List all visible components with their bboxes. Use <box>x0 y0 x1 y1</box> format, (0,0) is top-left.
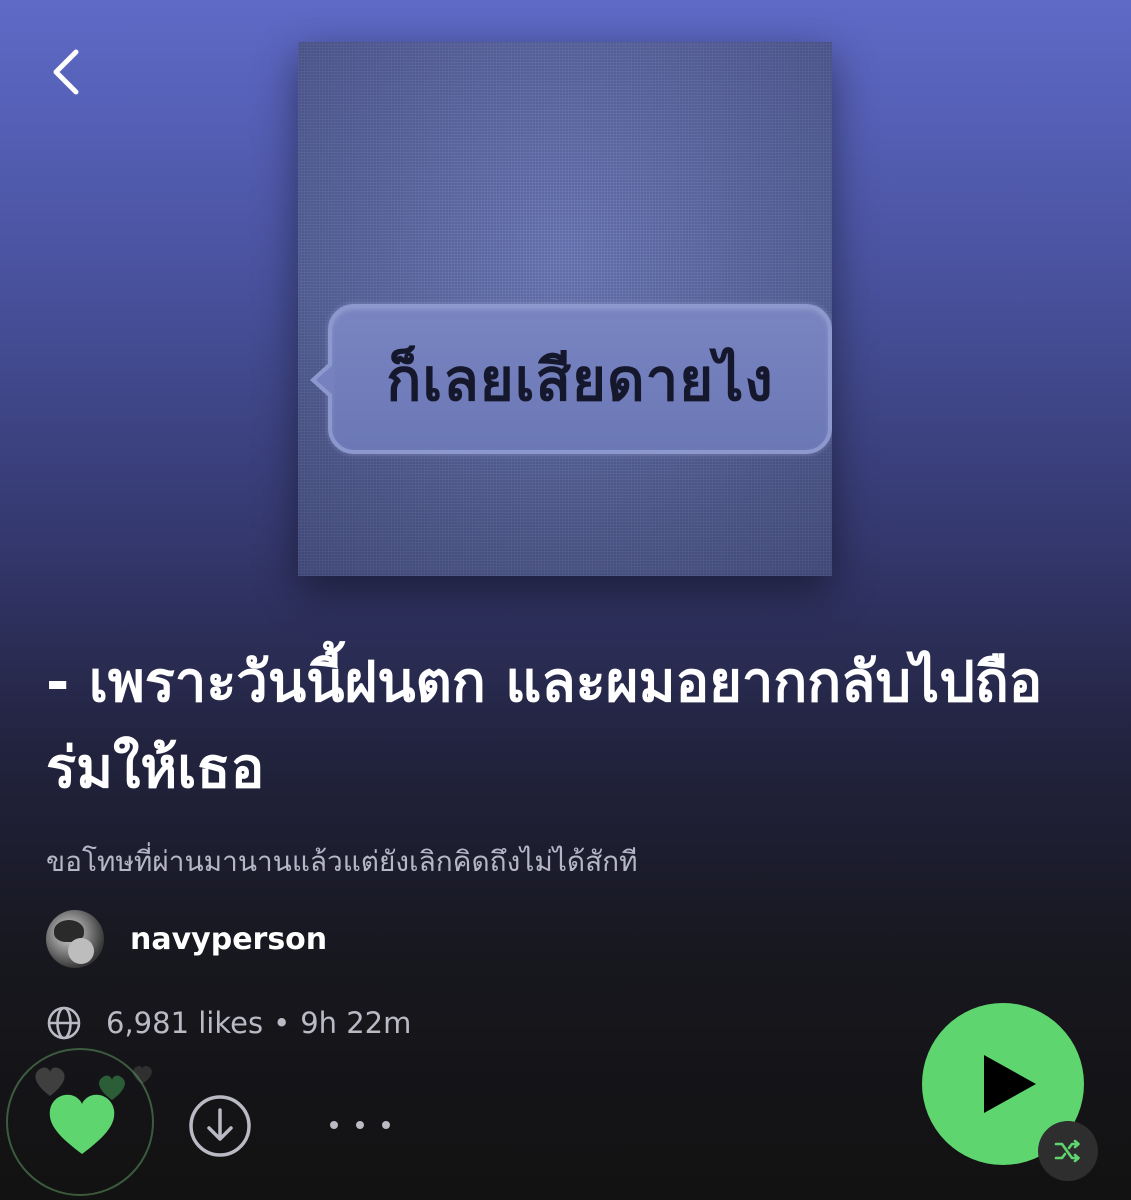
more-dot <box>330 1121 338 1129</box>
playlist-description: ขอโทษที่ผ่านมานานแล้วแต่ยังเลิกคิดถึงไม่… <box>46 845 638 878</box>
total-duration: 9h 22m <box>300 1006 412 1040</box>
shuffle-icon <box>1054 1139 1080 1163</box>
cover-speech-bubble: ก็เลยเสียดายไง <box>310 304 832 454</box>
owner-row[interactable]: navyperson <box>46 910 327 968</box>
cover-bubble-text: ก็เลยเสียดายไง <box>386 345 774 414</box>
shuffle-button[interactable] <box>1038 1121 1098 1181</box>
heart-filled-icon <box>49 1094 115 1154</box>
download-circle-icon <box>189 1095 251 1157</box>
globe-icon <box>47 1006 81 1040</box>
playlist-cover-image: ก็เลยเสียดายไง <box>298 42 832 576</box>
likes-count: 6,981 likes <box>106 1006 264 1040</box>
play-icon <box>984 1055 1036 1113</box>
owner-name[interactable]: navyperson <box>130 922 327 957</box>
bubble-tail-inner <box>316 364 334 396</box>
playlist-title: - เพราะวันนี้ฝนตก และผมอยากกลับไปถือร่มใ… <box>46 650 1043 801</box>
meta-separator: • <box>273 1006 291 1040</box>
more-dot <box>382 1121 390 1129</box>
like-button[interactable] <box>46 1090 118 1158</box>
more-dot <box>356 1121 364 1129</box>
owner-avatar[interactable] <box>46 910 104 968</box>
more-options-button[interactable] <box>330 1110 390 1140</box>
playlist-meta: 6,981 likes • 9h 22m <box>46 1005 411 1041</box>
back-button[interactable] <box>44 42 94 102</box>
download-button[interactable] <box>188 1094 252 1158</box>
chevron-left-icon <box>53 49 79 95</box>
